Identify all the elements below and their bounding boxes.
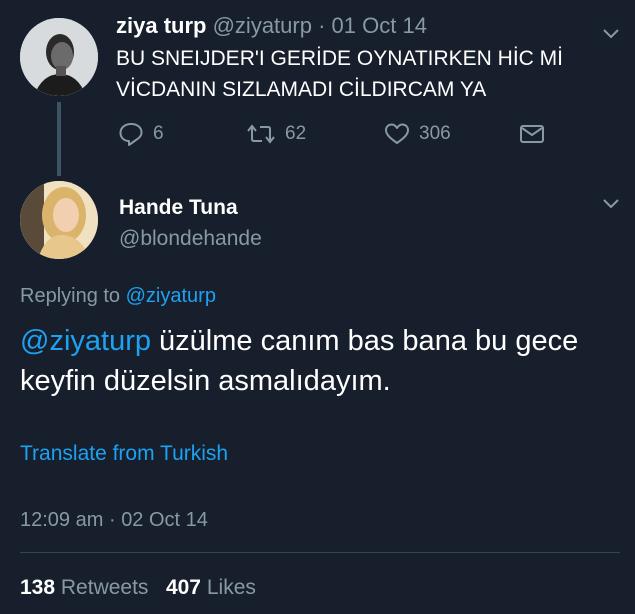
thread-connector-line: [57, 102, 61, 176]
retweets-stat-label: Retweets: [60, 576, 149, 599]
tweet2-handle[interactable]: @blondehande: [119, 226, 262, 252]
tweet1-header: ziya turp @ziyaturp · 01 Oct 14: [116, 12, 427, 40]
tweet2-date: 02 Oct 14: [121, 509, 208, 531]
avatar-blondehande[interactable]: [20, 181, 98, 259]
tweet1-text: BU SNEIJDER'I GERİDE OYNATIRKEN HİC Mİ V…: [116, 47, 564, 101]
translate-link[interactable]: Translate from Turkish: [20, 440, 228, 468]
heart-icon: [385, 123, 409, 144]
likes-stat-count: 407: [165, 576, 201, 599]
tweet1-handle[interactable]: @ziyaturp: [213, 13, 312, 38]
direct-message-button[interactable]: [519, 120, 545, 148]
reply-button[interactable]: 6: [118, 120, 164, 148]
like-button[interactable]: 306: [384, 120, 451, 148]
reply-icon: [119, 123, 143, 146]
retweet-count: 62: [285, 123, 307, 144]
tweet2-stats: 138 Retweets 407 Likes: [20, 574, 256, 602]
tweet1-date[interactable]: 01 Oct 14: [332, 13, 427, 38]
tweet1-display-name[interactable]: ziya turp: [116, 13, 206, 38]
likes-stat-label: Likes: [206, 576, 256, 599]
tweet1-separator: ·: [318, 13, 326, 38]
tweet2-mention-link[interactable]: @ziyaturp: [20, 325, 151, 357]
tweet2-display-name[interactable]: Hande Tuna: [119, 195, 238, 221]
avatar-blondehande-image: [20, 181, 98, 259]
chevron-down-icon[interactable]: [602, 198, 620, 210]
like-count: 306: [419, 123, 451, 144]
likes-stat[interactable]: 407 Likes: [166, 576, 256, 599]
reply-count: 6: [153, 123, 164, 144]
retweets-stat-count: 138: [20, 576, 56, 599]
divider: [20, 552, 620, 553]
avatar-ziyaturp-image: [20, 18, 98, 96]
replying-to-prefix: Replying to: [20, 285, 121, 307]
avatar-ziyaturp[interactable]: [20, 18, 98, 96]
tweet2-text: @ziyaturp üzülme canım bas bana bu gece …: [20, 321, 620, 401]
replying-to-link[interactable]: @ziyaturp: [126, 285, 216, 307]
tweet2-time: 12:09 am: [20, 509, 104, 531]
retweets-stat[interactable]: 138 Retweets: [20, 576, 154, 599]
retweet-button[interactable]: 62: [246, 120, 306, 148]
tweet2-timestamp[interactable]: 12:09 am · 02 Oct 14: [20, 507, 208, 533]
envelope-icon: [520, 125, 544, 143]
chevron-down-icon[interactable]: [602, 28, 620, 40]
retweet-icon: [247, 124, 275, 144]
replying-to-line: Replying to @ziyaturp: [20, 283, 216, 309]
tweet2-separator: ·: [108, 509, 116, 531]
